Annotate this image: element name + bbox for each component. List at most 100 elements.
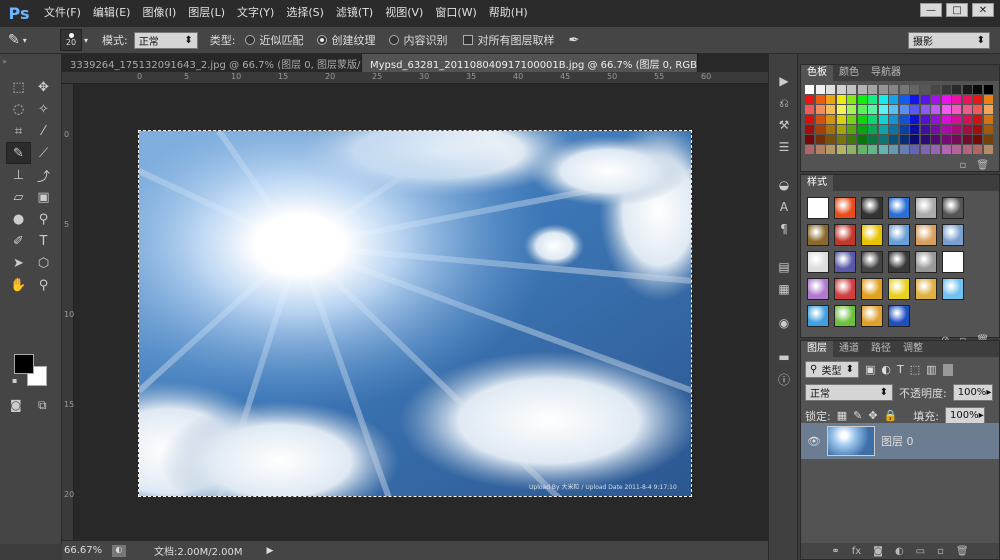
color-swatch[interactable] bbox=[962, 135, 972, 144]
adjust-icon[interactable]: ◒ bbox=[769, 174, 799, 196]
tab-document-1[interactable]: 3339264_175132091643_2.jpg @ 66.7% (图层 0… bbox=[62, 54, 362, 72]
color-swatch[interactable] bbox=[815, 125, 825, 134]
color-swatch[interactable] bbox=[836, 85, 846, 94]
color-swatch[interactable] bbox=[826, 135, 835, 144]
color-swatch[interactable] bbox=[857, 145, 867, 154]
color-swatch[interactable] bbox=[878, 105, 888, 114]
color-swatch[interactable] bbox=[889, 125, 898, 134]
clone-stamp-tool[interactable]: ⊥ bbox=[6, 164, 31, 186]
type-tool[interactable]: T bbox=[31, 230, 56, 252]
menu-item-1[interactable]: 编辑(E) bbox=[87, 0, 137, 26]
color-swatch[interactable] bbox=[931, 105, 940, 114]
style-preset[interactable] bbox=[942, 224, 964, 246]
lock-pixels-icon[interactable]: ✎ bbox=[853, 409, 862, 422]
tab-styles[interactable]: 样式 bbox=[801, 175, 833, 191]
color-swatch[interactable] bbox=[931, 145, 940, 154]
color-swatch[interactable] bbox=[931, 85, 940, 94]
dodge-tool[interactable]: ⚲ bbox=[31, 208, 56, 230]
color-swatch[interactable] bbox=[836, 115, 846, 124]
workspace-select[interactable]: 摄影 ⬍ bbox=[908, 32, 990, 49]
style-preset[interactable] bbox=[807, 305, 829, 327]
path-selection-tool[interactable]: ➤ bbox=[6, 252, 31, 274]
color-swatch[interactable] bbox=[836, 95, 846, 104]
color-swatch[interactable] bbox=[868, 85, 877, 94]
fx-icon[interactable]: fx bbox=[852, 546, 861, 557]
menu-item-0[interactable]: 文件(F) bbox=[38, 0, 87, 26]
color-swatch[interactable] bbox=[805, 115, 814, 124]
sample-all-layers-checkbox[interactable]: 对所有图层取样 bbox=[463, 32, 554, 48]
new-layer-icon[interactable]: ▫ bbox=[937, 546, 944, 557]
filter-pixel-icon[interactable]: ▣ bbox=[865, 363, 875, 376]
color-swatch[interactable] bbox=[931, 125, 940, 134]
play-action-icon[interactable]: ▶ bbox=[769, 70, 799, 92]
color-swatch[interactable] bbox=[920, 95, 930, 104]
color-swatch[interactable] bbox=[973, 135, 982, 144]
color-swatch[interactable] bbox=[973, 125, 982, 134]
tab-color[interactable]: 颜色 bbox=[833, 65, 865, 81]
color-swatch[interactable] bbox=[910, 95, 919, 104]
color-swatch[interactable] bbox=[973, 95, 982, 104]
restore-button[interactable]: □ bbox=[946, 3, 968, 17]
color-swatch[interactable] bbox=[815, 85, 825, 94]
color-swatch[interactable] bbox=[962, 95, 972, 104]
gradient-tool[interactable]: ▣ bbox=[31, 186, 56, 208]
color-swatch[interactable] bbox=[952, 85, 961, 94]
style-preset[interactable] bbox=[888, 251, 910, 273]
zoom-level[interactable]: 66.67% bbox=[64, 545, 104, 556]
menu-item-9[interactable]: 帮助(H) bbox=[483, 0, 534, 26]
color-swatch[interactable] bbox=[941, 115, 951, 124]
style-preset[interactable] bbox=[915, 197, 937, 219]
style-preset[interactable] bbox=[861, 278, 883, 300]
default-colors-icon[interactable]: ▪ bbox=[12, 376, 17, 385]
history-brush-tool[interactable]: ⤴ bbox=[31, 164, 56, 186]
play-icon[interactable]: ▶ bbox=[267, 546, 274, 556]
color-swatch[interactable] bbox=[889, 95, 898, 104]
color-swatch[interactable] bbox=[899, 105, 909, 114]
paragraph-icon[interactable]: ¶ bbox=[769, 218, 799, 240]
blur-tool[interactable]: ● bbox=[6, 208, 31, 230]
color-swatch[interactable] bbox=[826, 85, 835, 94]
character-icon[interactable]: A bbox=[769, 196, 799, 218]
color-swatch[interactable] bbox=[920, 105, 930, 114]
pressure-size-button[interactable]: ✒ bbox=[568, 33, 579, 48]
color-swatch[interactable] bbox=[868, 115, 877, 124]
group-icon[interactable]: ▭ bbox=[916, 546, 925, 557]
link-icon[interactable]: ⚭ bbox=[831, 546, 839, 557]
filter-smart-icon[interactable]: ▥ bbox=[926, 363, 936, 376]
tab-adjustments[interactable]: 调整 bbox=[897, 341, 929, 357]
style-preset[interactable] bbox=[861, 197, 883, 219]
color-swatch[interactable] bbox=[847, 125, 856, 134]
opacity-field[interactable]: 100% ▸ bbox=[952, 384, 993, 401]
menu-item-5[interactable]: 选择(S) bbox=[280, 0, 330, 26]
color-swatch[interactable] bbox=[983, 115, 993, 124]
color-swatch[interactable] bbox=[857, 105, 867, 114]
color-swatch[interactable] bbox=[973, 145, 982, 154]
color-swatch[interactable] bbox=[910, 105, 919, 114]
brush-panel-icon[interactable]: ☰ bbox=[769, 136, 799, 158]
filter-type-icon[interactable]: T bbox=[897, 363, 904, 376]
color-swatch[interactable] bbox=[889, 115, 898, 124]
mode-select[interactable]: 正常 ⬍ bbox=[133, 31, 198, 49]
eyedropper-tool[interactable]: ⁄ bbox=[31, 120, 56, 142]
tab-channels[interactable]: 通道 bbox=[833, 341, 865, 357]
color-swatch[interactable] bbox=[815, 105, 825, 114]
style-preset[interactable] bbox=[807, 251, 829, 273]
color-swatch[interactable] bbox=[920, 125, 930, 134]
radio-create-texture[interactable]: 创建纹理 bbox=[317, 32, 375, 48]
shape-tool[interactable]: ⬡ bbox=[31, 252, 56, 274]
color-swatch[interactable] bbox=[983, 105, 993, 114]
style-preset[interactable] bbox=[834, 305, 856, 327]
color-swatch[interactable] bbox=[826, 115, 835, 124]
color-swatch[interactable] bbox=[826, 145, 835, 154]
color-swatch[interactable] bbox=[815, 115, 825, 124]
lock-all-icon[interactable]: 🔒 bbox=[884, 409, 898, 422]
eye-icon[interactable]: 👁 bbox=[807, 435, 821, 448]
color-swatch[interactable] bbox=[878, 95, 888, 104]
color-swatch[interactable] bbox=[910, 135, 919, 144]
color-swatch[interactable] bbox=[878, 135, 888, 144]
color-swatch[interactable] bbox=[952, 145, 961, 154]
color-swatch[interactable] bbox=[805, 105, 814, 114]
color-swatch[interactable] bbox=[983, 125, 993, 134]
foreground-color-swatch[interactable] bbox=[14, 354, 34, 374]
color-swatch[interactable] bbox=[952, 115, 961, 124]
